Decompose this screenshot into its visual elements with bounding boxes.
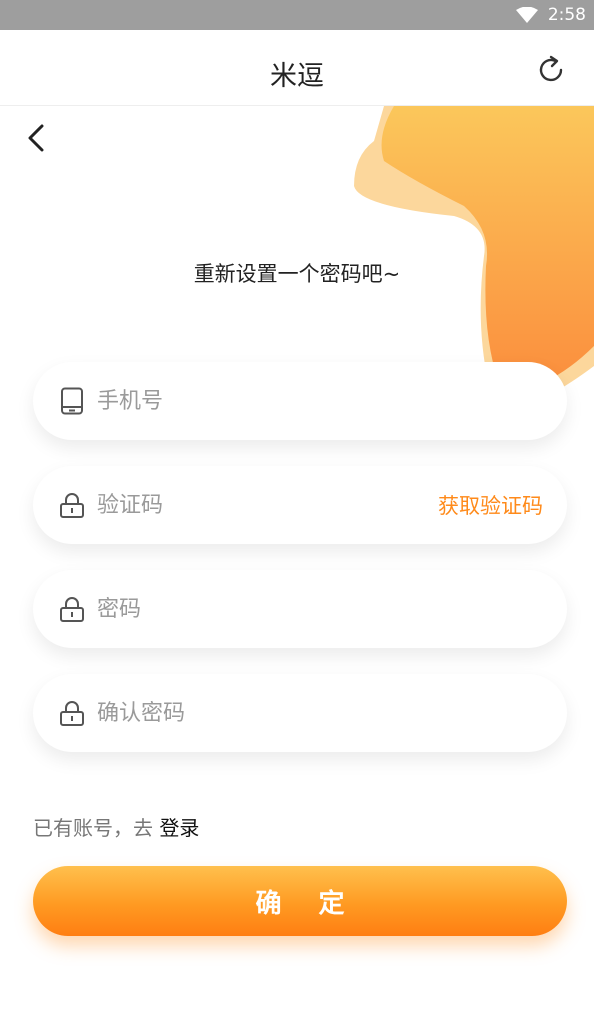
refresh-icon[interactable] [536, 54, 568, 86]
status-time: 2:58 [547, 5, 586, 25]
status-bar: 2:58 [0, 0, 594, 30]
code-field[interactable]: 获取验证码 [33, 466, 567, 544]
confirm-password-input[interactable] [97, 693, 567, 733]
password-field[interactable] [33, 570, 567, 648]
phone-icon [61, 387, 83, 415]
confirm-password-field[interactable] [33, 674, 567, 752]
code-input[interactable] [97, 485, 438, 525]
login-hint-text: 已有账号，去 [33, 816, 160, 840]
confirm-button[interactable]: 确 定 [33, 866, 567, 936]
page-subtitle: 重新设置一个密码吧~ [193, 262, 401, 286]
reset-password-screen: 2:58 米逗 重新设置一个密码吧~ 手机号 验证码 获取验证码 已有账号，去 … [0, 0, 594, 1015]
back-arrow-icon[interactable] [22, 120, 52, 156]
decorative-orange-blob [354, 106, 594, 406]
phone-field[interactable] [33, 362, 567, 440]
lock-icon [60, 597, 84, 622]
phone-input[interactable] [97, 381, 567, 421]
password-input[interactable] [97, 589, 567, 629]
page-title: 米逗 [270, 61, 324, 92]
lock-icon [60, 493, 84, 518]
login-link[interactable]: 登录 [159, 816, 199, 840]
wifi-icon [515, 7, 538, 23]
login-hint: 已有账号，去 登录 [33, 812, 199, 841]
lock-icon [60, 701, 84, 726]
get-code-button[interactable]: 获取验证码 [438, 490, 543, 520]
title-bar: 米逗 [0, 30, 594, 106]
